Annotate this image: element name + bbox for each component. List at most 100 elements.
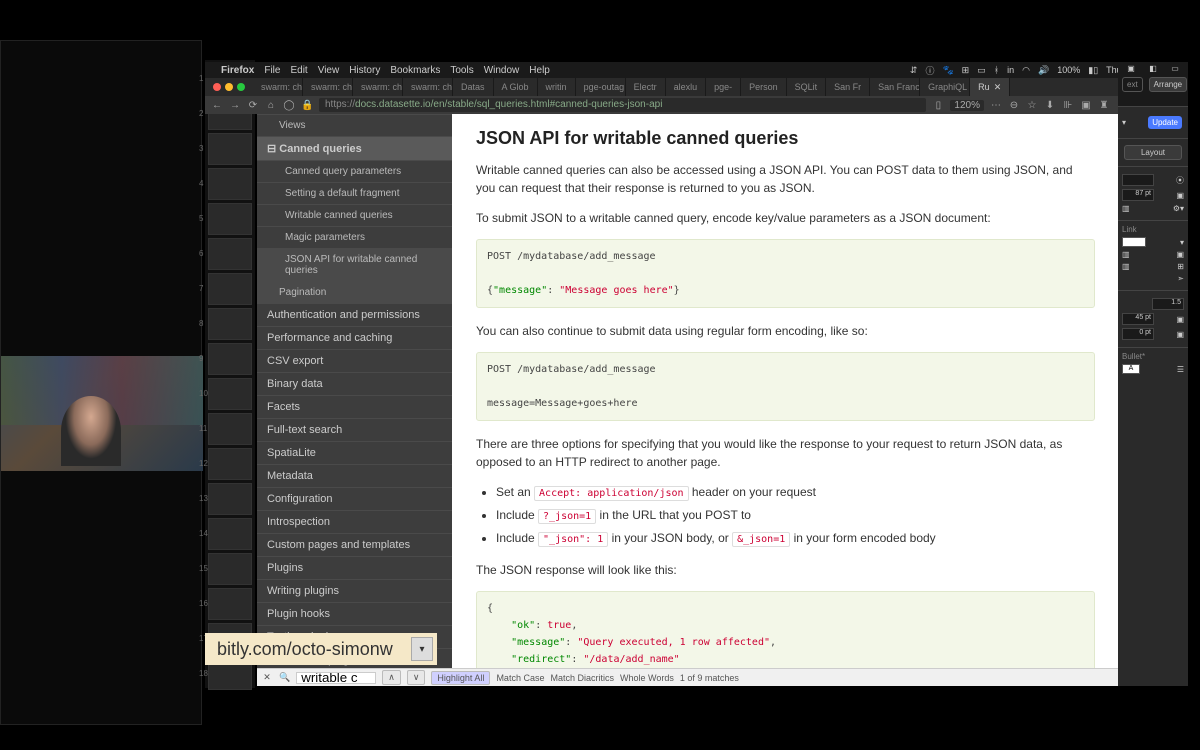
sidebar-item[interactable]: Full-text search <box>257 418 452 441</box>
pocket-icon[interactable]: ⊖ <box>1008 100 1020 111</box>
pt-input[interactable]: 45 pt <box>1122 313 1154 325</box>
browser-tab[interactable]: Person <box>741 78 787 96</box>
zoom-level[interactable]: 120% <box>950 100 984 111</box>
grid-icon[interactable]: ⊞ <box>962 65 970 76</box>
library-icon[interactable]: ⊪ <box>1062 100 1074 111</box>
chevron-down-icon[interactable]: ▾ <box>1122 118 1126 127</box>
battery-icon[interactable]: ▮▯ <box>1088 65 1098 76</box>
screenshot-icon[interactable]: ▣ <box>1080 100 1092 111</box>
browser-tab[interactable]: A Glob <box>494 78 538 96</box>
menu-tools[interactable]: Tools <box>450 65 473 76</box>
sidebar-item[interactable]: Performance and caching <box>257 326 452 349</box>
sidebar-item[interactable]: SpatiaLite <box>257 441 452 464</box>
find-input[interactable] <box>296 672 376 684</box>
macos-menubar[interactable]: Firefox File Edit View History Bookmarks… <box>205 62 1188 78</box>
docs-sidebar[interactable]: Views⊟ Canned queriesCanned query parame… <box>257 114 452 668</box>
window-controls[interactable] <box>205 83 253 91</box>
toolbar-icon[interactable]: ▭ <box>1171 64 1179 73</box>
browser-tab[interactable]: San Fr <box>826 78 870 96</box>
gear-icon[interactable]: ⚙▾ <box>1173 204 1184 213</box>
menu-file[interactable]: File <box>264 65 280 76</box>
toolbar-icon[interactable]: ▣ <box>1127 64 1135 73</box>
browser-tab[interactable]: pge-outag <box>576 78 626 96</box>
sidebar-item[interactable]: Authentication and permissions <box>257 303 452 326</box>
sidebar-item[interactable]: JSON API for writable canned queries <box>257 248 452 281</box>
shield-icon[interactable]: ◯ <box>283 100 295 111</box>
match-case-toggle[interactable]: Match Case <box>496 673 544 683</box>
home-button[interactable]: ⌂ <box>265 100 277 111</box>
browser-tab[interactable]: alexlu <box>666 78 707 96</box>
browser-tab[interactable]: Ru✕ <box>970 78 1010 96</box>
minimize-window-icon[interactable] <box>225 83 233 91</box>
volume-icon[interactable]: 🔊 <box>1038 65 1049 76</box>
sidebar-item[interactable]: Facets <box>257 395 452 418</box>
downloads-icon[interactable]: ⬇ <box>1044 100 1056 111</box>
sidebar-item[interactable]: CSV export <box>257 349 452 372</box>
browser-tab[interactable]: Electr <box>626 78 666 96</box>
maximize-window-icon[interactable] <box>237 83 245 91</box>
close-tab-icon[interactable]: ✕ <box>994 82 1002 92</box>
reader-icon[interactable]: ▯ <box>932 100 944 111</box>
close-findbar-button[interactable]: ✕ <box>261 672 273 683</box>
browser-tab[interactable]: Datas <box>453 78 494 96</box>
toolbar-icon[interactable]: ◧ <box>1149 64 1157 73</box>
sidebar-item[interactable]: Configuration <box>257 487 452 510</box>
menu-edit[interactable]: Edit <box>290 65 307 76</box>
dropbox-icon[interactable]: ⇵ <box>910 65 918 76</box>
menu-bookmarks[interactable]: Bookmarks <box>390 65 440 76</box>
sidebar-item[interactable]: Writable canned queries <box>257 204 452 226</box>
browser-tab[interactable]: writin <box>538 78 576 96</box>
reload-button[interactable]: ⟳ <box>247 100 259 111</box>
sidebar-item[interactable]: Plugins <box>257 556 452 579</box>
layout-button[interactable]: Layout <box>1124 145 1182 160</box>
sidebar-item[interactable]: Introspection <box>257 510 452 533</box>
indent-icon[interactable]: ➣ <box>1177 274 1184 283</box>
sync-icon[interactable]: ⓘ <box>925 64 934 77</box>
forward-button[interactable]: → <box>229 100 241 111</box>
browser-tab[interactable]: swarm: ch <box>353 78 403 96</box>
sidebar-item[interactable]: Custom pages and templates <box>257 533 452 556</box>
pt-input[interactable]: 0 pt <box>1122 328 1154 340</box>
slide-thumbnails[interactable]: 1 2 3 4 5 6 7 8 9 10 11 12 13 14 15 16 1… <box>205 60 255 688</box>
find-prev-button[interactable]: ∧ <box>382 670 401 685</box>
extension-icon[interactable]: ♜ <box>1098 100 1110 111</box>
battery-status[interactable]: 100% <box>1057 65 1080 75</box>
whole-words-toggle[interactable]: Whole Words <box>620 673 674 683</box>
close-window-icon[interactable] <box>213 83 221 91</box>
highlight-all-toggle[interactable]: Highlight All <box>431 671 490 685</box>
more-icon[interactable]: ⋯ <box>990 100 1002 111</box>
display-icon[interactable]: ▭ <box>977 65 986 76</box>
sidebar-item[interactable]: Canned query parameters <box>257 160 452 182</box>
browser-tab[interactable]: swarm: ch <box>403 78 453 96</box>
find-next-button[interactable]: ∨ <box>407 670 426 685</box>
browser-tab[interactable]: swarm: ch <box>253 78 303 96</box>
browser-tab[interactable]: GraphiQL <box>920 78 970 96</box>
bookmark-icon[interactable]: ☆ <box>1026 100 1038 111</box>
size-input[interactable] <box>1122 174 1154 186</box>
sidebar-item[interactable]: Views <box>257 114 452 136</box>
x-input[interactable]: 1.5 <box>1152 298 1184 310</box>
linkedin-icon[interactable]: in <box>1007 65 1014 75</box>
sidebar-item[interactable]: Setting a default fragment <box>257 182 452 204</box>
browser-tab[interactable]: swarm: ch <box>303 78 353 96</box>
bear-icon[interactable]: 🐾 <box>942 65 953 76</box>
sidebar-item[interactable]: Pagination <box>257 281 452 303</box>
sidebar-item[interactable]: Metadata <box>257 464 452 487</box>
browser-tab[interactable]: pge- <box>706 78 741 96</box>
sidebar-item[interactable]: Magic parameters <box>257 226 452 248</box>
wifi-icon[interactable]: ◠ <box>1022 65 1030 76</box>
menu-help[interactable]: Help <box>529 65 550 76</box>
update-button[interactable]: Update <box>1148 116 1182 129</box>
browser-tab[interactable]: SQLit <box>787 78 827 96</box>
sidebar-item[interactable]: Plugin hooks <box>257 602 452 625</box>
sidebar-item[interactable]: ⊟ Canned queries <box>257 136 452 160</box>
app-name[interactable]: Firefox <box>221 65 254 76</box>
color-swatch[interactable] <box>1122 237 1146 247</box>
sidebar-item[interactable]: Binary data <box>257 372 452 395</box>
banner-dropdown-icon[interactable]: ▾ <box>411 637 433 661</box>
browser-tabstrip[interactable]: swarm: chswarm: chswarm: chswarm: chData… <box>205 78 1188 96</box>
browser-tab[interactable]: San Franc <box>870 78 920 96</box>
bluetooth-icon[interactable]: ᚼ <box>994 65 999 75</box>
back-button[interactable]: ← <box>211 100 223 111</box>
menu-history[interactable]: History <box>349 65 380 76</box>
